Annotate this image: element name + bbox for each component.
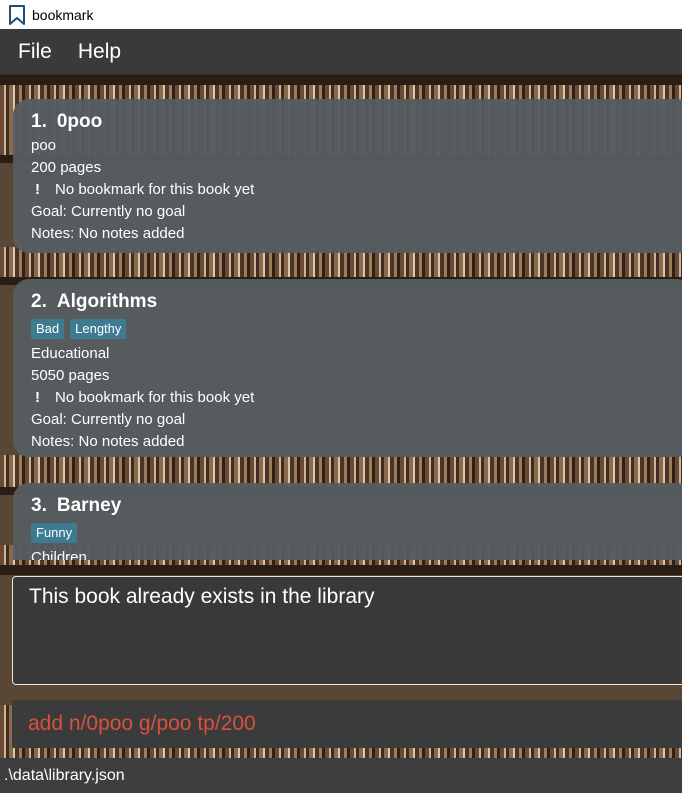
- book-bookmark: ! No bookmark for this book yet: [31, 179, 682, 201]
- menu-help[interactable]: Help: [78, 40, 121, 64]
- book-pages: 5050 pages: [31, 367, 110, 384]
- book-genre: Educational: [31, 345, 110, 362]
- book-index: 3.: [31, 495, 47, 516]
- exclamation-icon: !: [35, 389, 40, 406]
- menu-bar: File Help: [0, 29, 682, 75]
- book-title: 1. 0poo: [31, 109, 682, 135]
- book-title: 2. Algorithms: [31, 289, 682, 315]
- bookmark-icon: [8, 4, 26, 25]
- book-bookmark: ! No bookmark for this book yet: [31, 387, 682, 409]
- book-card[interactable]: 3. Barney Funny Children: [13, 483, 682, 560]
- book-list[interactable]: 1. 0poo poo 200 pages ! No bookmark for th…: [0, 75, 682, 560]
- tag: Funny: [31, 523, 78, 543]
- tag: Bad: [31, 319, 65, 339]
- title-bar: bookmark: [0, 0, 682, 29]
- book-goal: Goal: Currently no goal: [31, 203, 186, 220]
- bookmark-status: No bookmark for this book yet: [55, 181, 255, 198]
- book-genre: poo: [31, 137, 57, 154]
- exclamation-icon: !: [35, 181, 40, 198]
- book-index: 1.: [31, 111, 47, 132]
- tag-list: Funny: [31, 521, 682, 545]
- book-index: 2.: [31, 291, 47, 312]
- window-title: bookmark: [32, 6, 94, 23]
- command-input[interactable]: add n/0poo g/poo tp/200: [12, 700, 682, 748]
- menu-file[interactable]: File: [18, 40, 52, 64]
- book-name: Algorithms: [56, 291, 158, 312]
- book-title: 3. Barney: [31, 493, 682, 519]
- book-name: Barney: [56, 495, 122, 516]
- book-card[interactable]: 2. Algorithms Bad Lengthy Educational 505…: [13, 279, 682, 457]
- book-goal: Goal: Currently no goal: [31, 411, 186, 428]
- book-notes: Notes: No notes added: [31, 225, 185, 242]
- status-bar-path: .\data\library.json: [0, 758, 682, 793]
- bookmark-status: No bookmark for this book yet: [55, 389, 255, 406]
- book-name: 0poo: [56, 111, 103, 132]
- book-genre: Children: [31, 549, 87, 560]
- book-card[interactable]: 1. 0poo poo 200 pages ! No bookmark for th…: [13, 99, 682, 253]
- result-display[interactable]: This book already exists in the library: [12, 576, 682, 685]
- book-notes: Notes: No notes added: [31, 433, 185, 450]
- book-pages: 200 pages: [31, 159, 102, 176]
- tag-list: Bad Lengthy: [31, 317, 682, 341]
- tag: Lengthy: [70, 319, 127, 339]
